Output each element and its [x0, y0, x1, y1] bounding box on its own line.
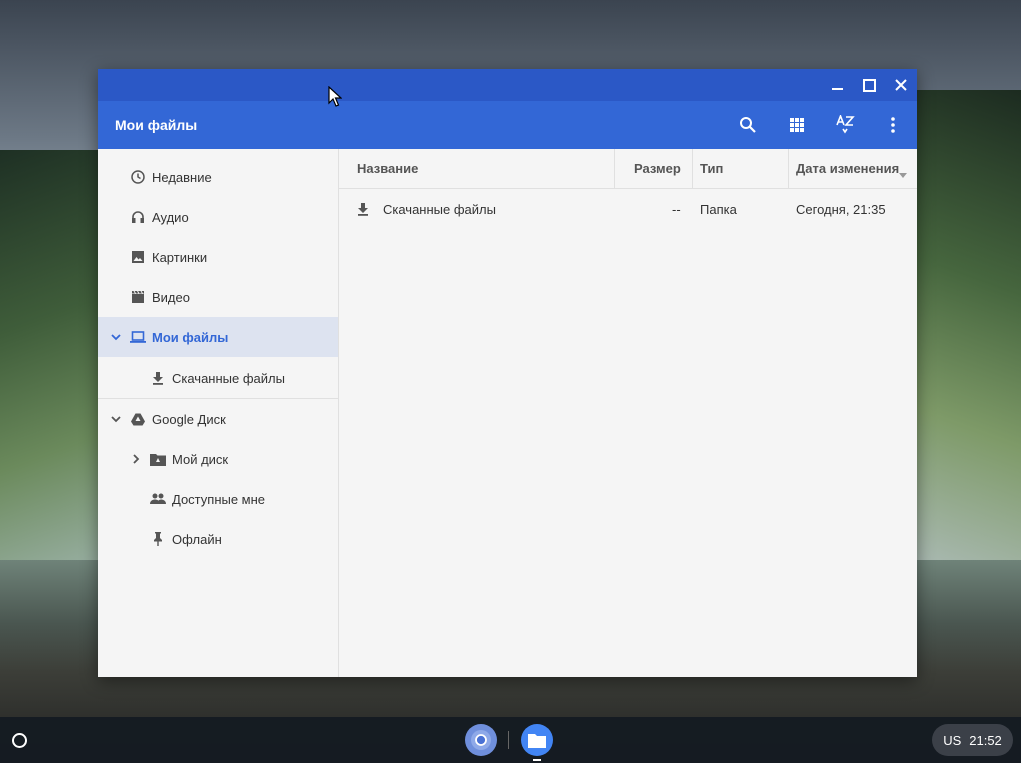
drive-icon [130, 411, 146, 427]
sidebar-item-images[interactable]: Картинки [98, 237, 338, 277]
laptop-icon [130, 329, 146, 345]
sort-button[interactable] [821, 101, 869, 149]
maximize-icon [862, 78, 876, 92]
sort-arrow-icon [899, 166, 907, 181]
sidebar-item-google-drive[interactable]: Google Диск [98, 399, 338, 439]
file-list: Название Размер Тип Дата изменения Скача… [339, 149, 917, 677]
sidebar-item-label: Скачанные файлы [172, 370, 285, 386]
chevron-right-icon[interactable] [130, 453, 142, 465]
desktop-wallpaper-left [0, 150, 110, 570]
chevron-down-icon[interactable] [110, 331, 122, 343]
status-tray[interactable]: US 21:52 [932, 724, 1013, 756]
desktop-wallpaper-right [911, 90, 1021, 560]
search-button[interactable] [724, 101, 772, 149]
sidebar-item-downloads[interactable]: Скачанные файлы [98, 358, 338, 398]
download-icon [356, 202, 370, 219]
image-icon [130, 249, 146, 265]
launcher-button[interactable] [8, 729, 30, 751]
file-name: Скачанные файлы [383, 202, 496, 217]
more-options-button[interactable] [869, 101, 917, 149]
files-app-button[interactable] [521, 724, 553, 756]
table-row[interactable]: Скачанные файлы -- Папка Сегодня, 21:35 [339, 189, 917, 230]
column-header-modified[interactable]: Дата изменения [796, 149, 899, 188]
sidebar-item-label: Google Диск [152, 411, 226, 427]
grid-view-button[interactable] [773, 101, 821, 149]
column-divider[interactable] [692, 149, 693, 188]
sidebar-item-recent[interactable]: Недавние [98, 157, 338, 197]
folder-icon [528, 733, 546, 748]
app-toolbar: Мои файлы [98, 101, 917, 149]
video-icon [130, 289, 146, 305]
ime-indicator: US [943, 732, 962, 748]
column-header-type[interactable]: Тип [700, 149, 723, 188]
grid-view-icon [790, 118, 804, 132]
search-icon [740, 117, 756, 133]
maximize-button[interactable] [853, 69, 885, 101]
sidebar-item-label: Мой диск [172, 451, 229, 467]
people-icon [150, 491, 166, 507]
chevron-down-icon[interactable] [110, 413, 122, 425]
file-modified: Сегодня, 21:35 [796, 202, 886, 217]
sidebar-item-label: Мои файлы [152, 329, 229, 345]
shelf-separator [508, 731, 509, 749]
close-button[interactable] [885, 69, 917, 101]
file-list-header: Название Размер Тип Дата изменения [339, 149, 917, 189]
column-header-size[interactable]: Размер [634, 149, 681, 188]
file-size: -- [672, 202, 681, 217]
shelf: US 21:52 [0, 717, 1021, 763]
column-divider[interactable] [614, 149, 615, 188]
chrome-app-button[interactable] [465, 724, 497, 756]
page-title: Мои файлы [115, 117, 198, 133]
launcher-icon [11, 732, 27, 748]
sidebar-item-label: Недавние [152, 169, 212, 185]
sidebar-item-my-files[interactable]: Мои файлы [98, 317, 338, 357]
navigation-sidebar: Недавние Аудио Картинки Видео Мои файлы … [98, 149, 339, 677]
sidebar-item-my-drive[interactable]: Мой диск [98, 439, 338, 479]
files-app-window: Мои файлы Недавние Аудио Картинки Видео … [98, 69, 917, 677]
pin-icon [150, 531, 166, 547]
drive-folder-icon [150, 451, 166, 467]
minimize-icon [831, 88, 843, 90]
minimize-button[interactable] [821, 69, 853, 101]
sidebar-item-label: Видео [152, 289, 190, 305]
more-vert-icon [891, 117, 895, 133]
file-type: Папка [700, 202, 737, 217]
sidebar-item-label: Доступные мне [172, 491, 266, 507]
close-icon [895, 79, 907, 91]
mouse-cursor-icon [328, 86, 342, 107]
sidebar-item-videos[interactable]: Видео [98, 277, 338, 317]
download-icon [150, 370, 166, 386]
clock-icon [130, 169, 146, 185]
sort-az-icon [836, 115, 855, 134]
sidebar-item-audio[interactable]: Аудио [98, 197, 338, 237]
chrome-icon [471, 730, 491, 750]
column-header-name[interactable]: Название [357, 149, 418, 188]
sidebar-item-label: Аудио [152, 209, 189, 225]
running-indicator [533, 759, 541, 761]
sidebar-item-label: Картинки [152, 249, 208, 265]
window-titlebar[interactable] [98, 69, 917, 101]
sidebar-item-label: Офлайн [172, 531, 222, 547]
sidebar-item-shared-with-me[interactable]: Доступные мне [98, 479, 338, 519]
clock: 21:52 [969, 732, 1002, 748]
column-divider[interactable] [788, 149, 789, 188]
sidebar-item-offline[interactable]: Офлайн [98, 519, 338, 559]
headphones-icon [130, 209, 146, 225]
